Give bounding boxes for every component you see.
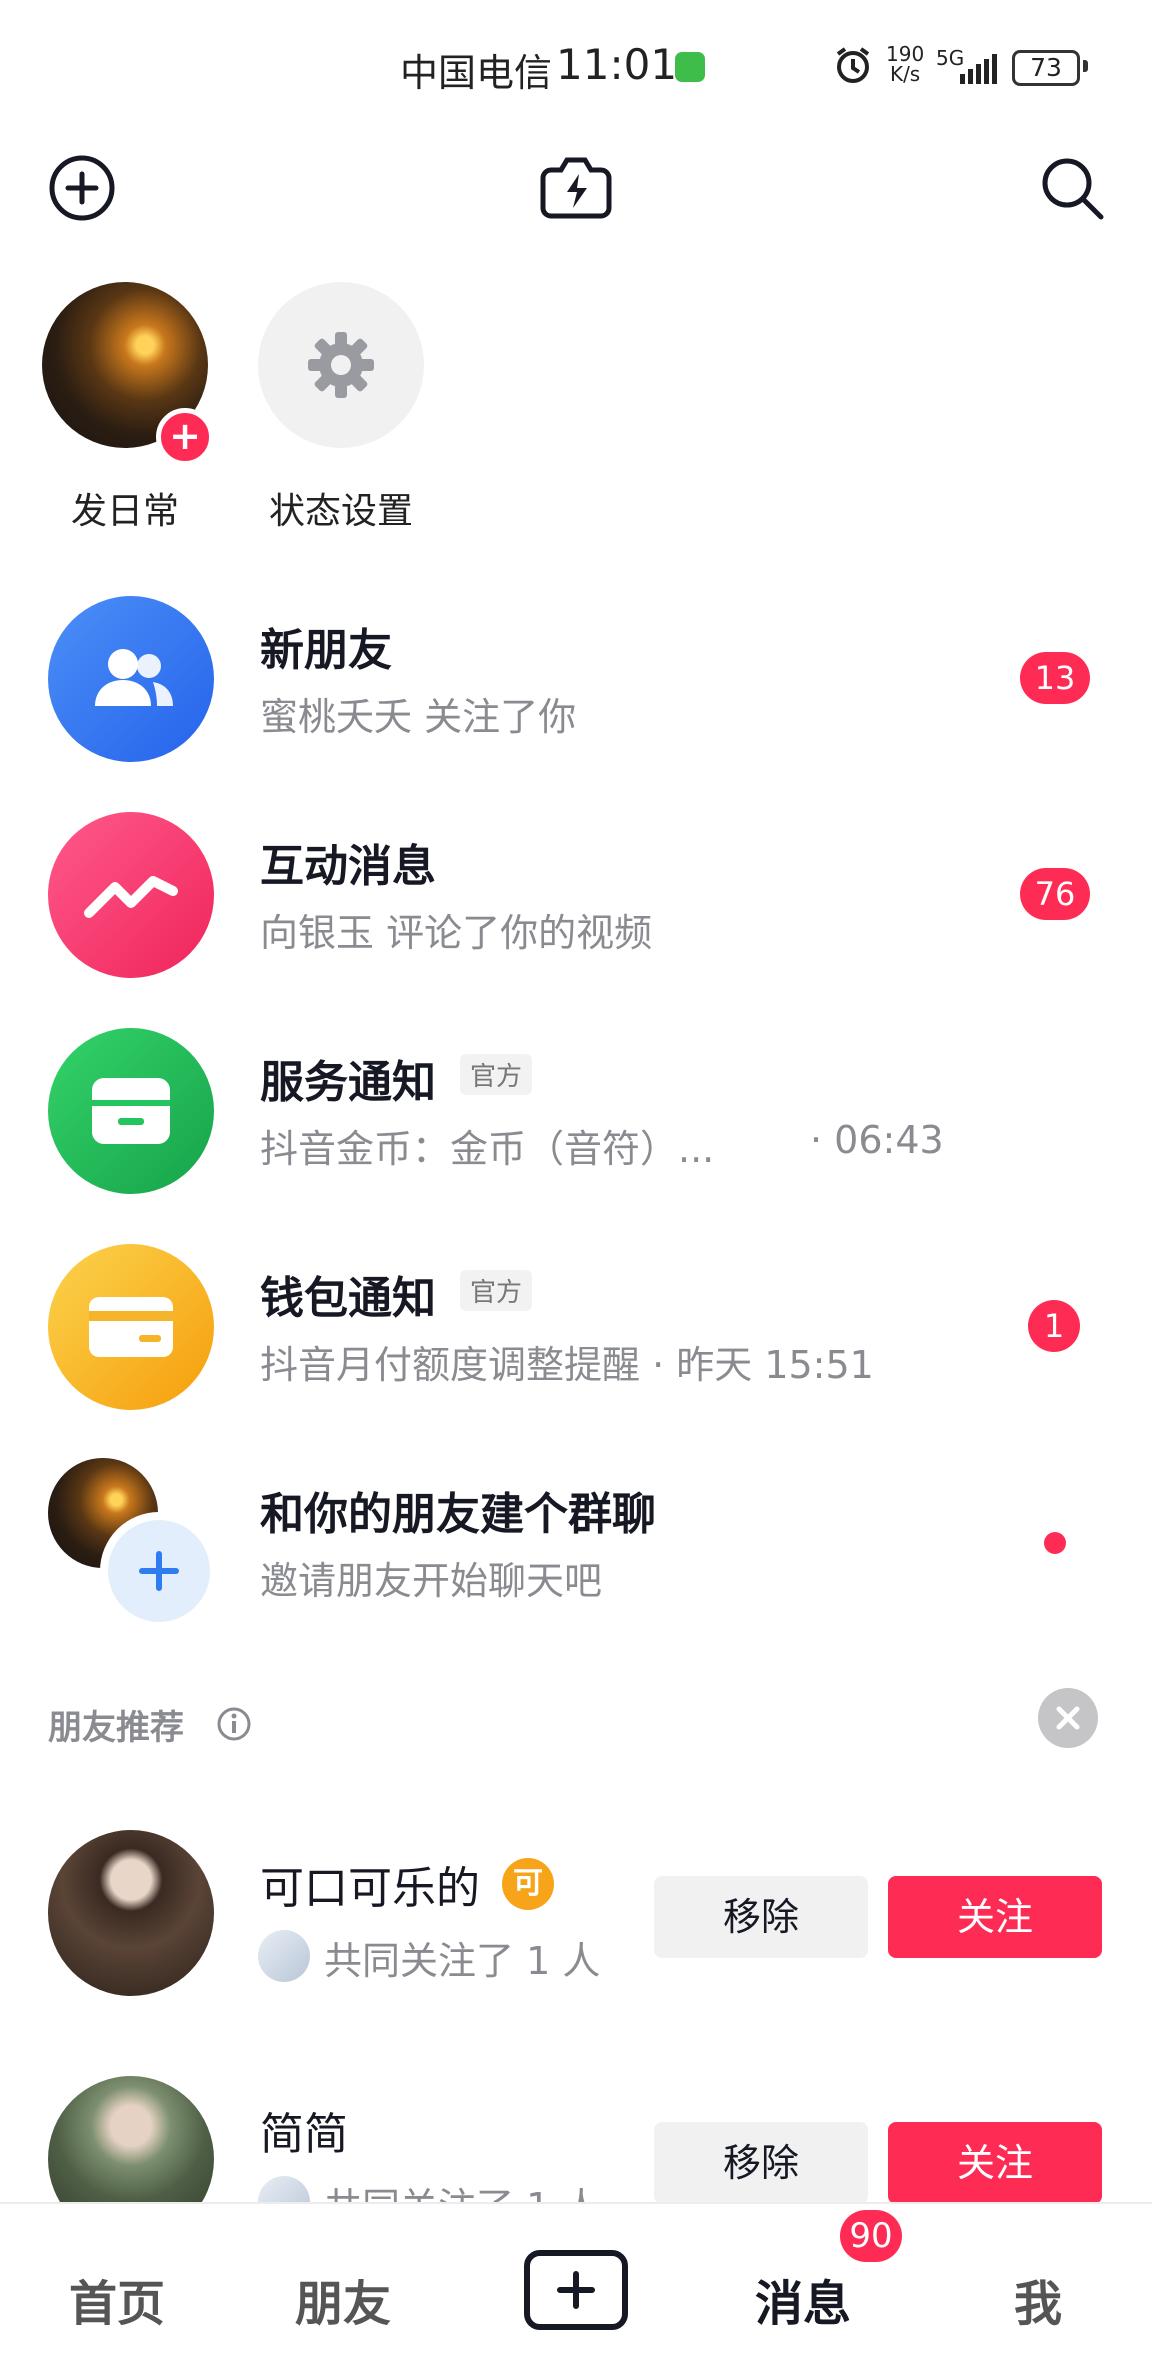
follow-button[interactable]: 关注: [888, 2122, 1102, 2202]
row-title: 互动消息: [260, 841, 436, 892]
row-subtitle: 抖音月付额度调整提醒 · 昨天 15:51: [260, 1343, 874, 1387]
unread-count-badge: 1: [1028, 1300, 1080, 1352]
user-name[interactable]: 简简: [260, 2098, 348, 2162]
unread-dot: [1044, 1532, 1066, 1554]
user-level-badge: 可: [502, 1858, 554, 1910]
message-row-create-group[interactable]: 和你的朋友建个群聊 邀请朋友开始聊天吧: [0, 1454, 1152, 1644]
nav-friends[interactable]: 朋友: [286, 2264, 400, 2334]
user-name[interactable]: 可口可乐的: [260, 1852, 480, 1916]
add-group-icon: [108, 1520, 210, 1622]
recommend-user-row[interactable]: 可口可乐的 可 共同关注了 1 人 移除 关注: [0, 1830, 1152, 2010]
story-label-post-daily: 发日常: [70, 491, 179, 532]
unread-count-badge: 76: [1020, 868, 1090, 920]
messages-count-badge: 90: [840, 2210, 902, 2262]
row-subtitle: 蜜桃夭夭 关注了你: [260, 695, 577, 739]
story-post-daily[interactable]: +: [42, 282, 252, 466]
remove-button[interactable]: 移除: [654, 1876, 868, 1958]
follow-button[interactable]: 关注: [888, 1876, 1102, 1958]
nav-me[interactable]: 我: [1000, 2264, 1076, 2334]
create-button[interactable]: [524, 2250, 628, 2330]
row-subtitle: 抖音金币：金币（音符）...: [260, 1127, 715, 1171]
bottom-navigation: 首页 朋友 消息 90 我: [0, 2202, 1152, 2378]
alarm-icon: [836, 47, 870, 83]
signal-icon: [960, 54, 997, 84]
battery-indicator: 73: [1012, 50, 1080, 86]
row-title: 新朋友: [260, 625, 392, 676]
message-row-interactions[interactable]: 互动消息 向银玉 评论了你的视频 76: [0, 806, 1152, 996]
people-icon: [48, 596, 214, 762]
official-tag: 官方: [460, 1054, 533, 1095]
carrier-label: 中国电信: [400, 51, 553, 95]
inbox-icon: [48, 1028, 214, 1194]
network-speed-unit: K/s: [889, 62, 921, 86]
story-label-status-settings: 状态设置: [268, 491, 413, 532]
nav-home[interactable]: 首页: [60, 2264, 174, 2334]
close-recommend-button[interactable]: [1038, 1688, 1098, 1748]
mutual-avatar: [258, 2176, 310, 2202]
section-title-friend-recommend: 朋友推荐: [48, 1708, 184, 1748]
nav-messages[interactable]: 消息: [746, 2264, 860, 2334]
battery-tip: [1083, 60, 1088, 72]
recommend-user-row[interactable]: 简简 共同关注了 1 人 移除 关注: [0, 2076, 1152, 2202]
status-settings-button[interactable]: [258, 282, 424, 448]
message-row-service-notice[interactable]: 服务通知 官方 抖音金币：金币（音符）... · 06:43: [0, 1022, 1152, 1212]
user-avatar[interactable]: [48, 1830, 214, 1996]
network-speed-value: 190: [886, 42, 925, 66]
zigzag-icon: [48, 812, 214, 978]
row-title: 和你的朋友建个群聊: [260, 1489, 656, 1540]
wechat-notification-icon: [675, 52, 705, 82]
row-subtitle: 邀请朋友开始聊天吧: [260, 1559, 603, 1603]
clock: 11:01: [556, 40, 678, 89]
official-tag: 官方: [460, 1270, 533, 1311]
plus-icon: [557, 2271, 595, 2309]
mutual-follow-text: 共同关注了 1 人: [324, 1939, 601, 1983]
card-icon: [48, 1244, 214, 1410]
gear-icon: [308, 332, 374, 398]
user-avatar[interactable]: [48, 2076, 214, 2202]
info-icon[interactable]: [216, 1706, 252, 1742]
message-row-new-friends[interactable]: 新朋友 蜜桃夭夭 关注了你 13: [0, 590, 1152, 780]
row-time: · 06:43: [810, 1118, 944, 1162]
message-row-wallet-notice[interactable]: 钱包通知 官方 抖音月付额度调整提醒 · 昨天 15:51 1: [0, 1238, 1152, 1428]
row-subtitle: 向银玉 评论了你的视频: [260, 911, 653, 955]
plus-circle-icon[interactable]: [46, 152, 118, 224]
mutual-follow-text: 共同关注了 1 人: [324, 2176, 600, 2202]
close-icon: [1056, 1706, 1080, 1730]
unread-count-badge: 13: [1020, 652, 1090, 704]
flash-camera-icon[interactable]: [536, 150, 616, 226]
search-icon[interactable]: [1034, 150, 1110, 226]
add-story-icon[interactable]: +: [156, 408, 214, 466]
remove-button[interactable]: 移除: [654, 2122, 868, 2202]
row-title: 钱包通知: [260, 1273, 436, 1324]
mutual-avatar: [258, 1930, 310, 1982]
row-title: 服务通知: [260, 1057, 436, 1108]
